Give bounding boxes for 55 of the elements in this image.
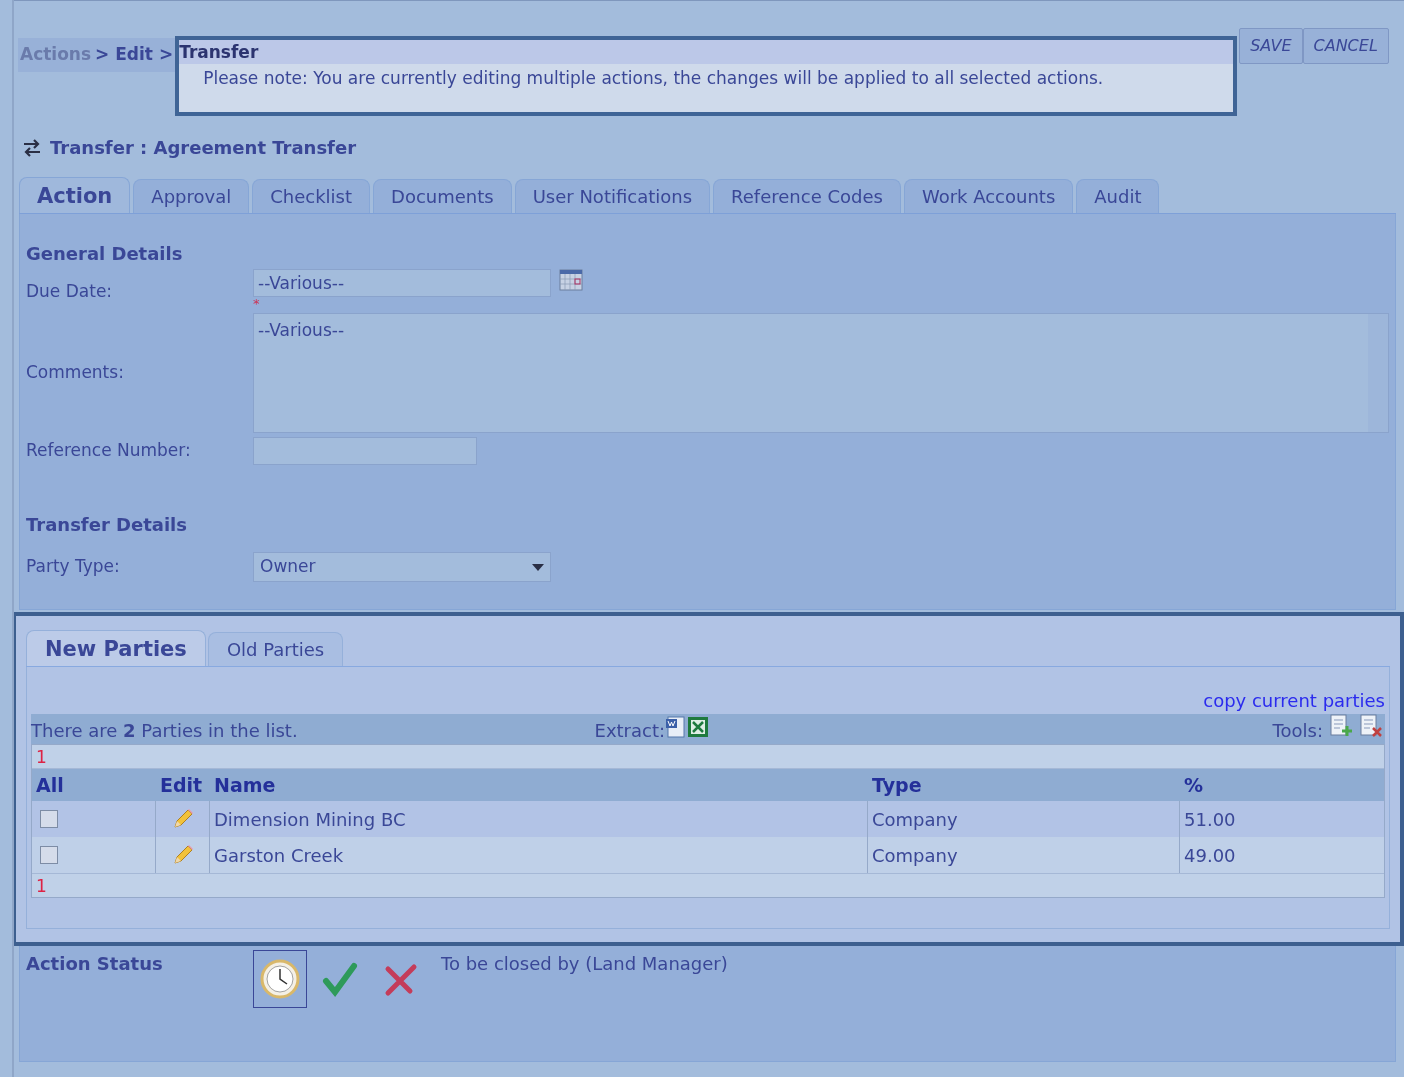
add-row-icon[interactable]: [1329, 714, 1353, 738]
reference-number-field[interactable]: [253, 437, 477, 465]
swap-arrows-icon: [22, 137, 42, 158]
clock-icon: [260, 959, 300, 999]
tab[interactable]: Action: [19, 177, 131, 213]
notice-message: Please note: You are currently editing multiple actions, the changes will be applied to all selected actions.: [202, 67, 1105, 90]
caret-icon: [532, 563, 544, 571]
column-header: All: [35, 772, 65, 798]
field-label: Due Date:: [26, 280, 114, 303]
tab[interactable]: Checklist: [252, 179, 370, 213]
parties-summary: There are 2 Parties in the list.: [31, 719, 299, 743]
section-heading: Action Status: [26, 952, 164, 976]
tools-label: Tools:: [1272, 719, 1323, 743]
cancel-button[interactable]: CANCEL: [1302, 28, 1389, 64]
page-title: Transfer : Agreement Transfer: [50, 136, 357, 160]
table-cell: Garston Creek: [210, 837, 868, 873]
field-label: Comments:: [26, 361, 125, 385]
table-cell-text: 51.00: [1183, 807, 1237, 832]
section-heading: Transfer Details: [26, 513, 188, 537]
tab[interactable]: Approval: [133, 179, 250, 213]
row-checkbox[interactable]: [40, 810, 58, 828]
save-button[interactable]: SAVE: [1239, 28, 1303, 64]
notice-title: Transfer: [179, 40, 1234, 64]
table-cell: Company: [868, 837, 1180, 873]
column-header: %: [1183, 772, 1205, 798]
calendar-icon[interactable]: [559, 269, 583, 291]
column-header: Edit: [159, 772, 204, 798]
comments-field[interactable]: --Various--: [253, 313, 1389, 433]
copy-parties-link[interactable]: copy current parties: [1203, 687, 1385, 714]
spreadsheet-icon[interactable]: [687, 716, 710, 738]
tab[interactable]: User Notifications: [514, 179, 711, 213]
table-cell-text: 49.00: [1183, 843, 1237, 868]
party-type-dropdown[interactable]: Owner: [253, 552, 551, 582]
column-header: Name: [213, 772, 277, 798]
field-label: Party Type:: [26, 555, 121, 579]
tab[interactable]: New Parties: [26, 630, 206, 666]
check-icon[interactable]: [322, 961, 358, 997]
word-document-icon[interactable]: [665, 716, 688, 738]
row-checkbox[interactable]: [40, 846, 58, 864]
tab[interactable]: Reference Codes: [713, 179, 901, 213]
tab[interactable]: Audit: [1076, 179, 1160, 213]
field-label: Reference Number:: [26, 439, 192, 463]
status-option[interactable]: [253, 950, 307, 1008]
extract-label: Extract:: [594, 719, 666, 743]
tab[interactable]: Documents: [373, 179, 512, 213]
breadcrumb-link[interactable]: > Edit >: [95, 42, 174, 68]
section-heading: General Details: [26, 242, 184, 266]
page-number[interactable]: 1: [32, 873, 1384, 897]
required-mark: *: [253, 297, 261, 311]
delete-row-icon[interactable]: [1359, 714, 1383, 738]
tab[interactable]: Old Parties: [207, 632, 344, 666]
tab[interactable]: Work Accounts: [903, 179, 1074, 213]
due-date-field[interactable]: --Various--: [253, 269, 551, 297]
status-text: To be closed by (Land Manager): [441, 952, 728, 976]
column-header: Type: [871, 772, 923, 798]
